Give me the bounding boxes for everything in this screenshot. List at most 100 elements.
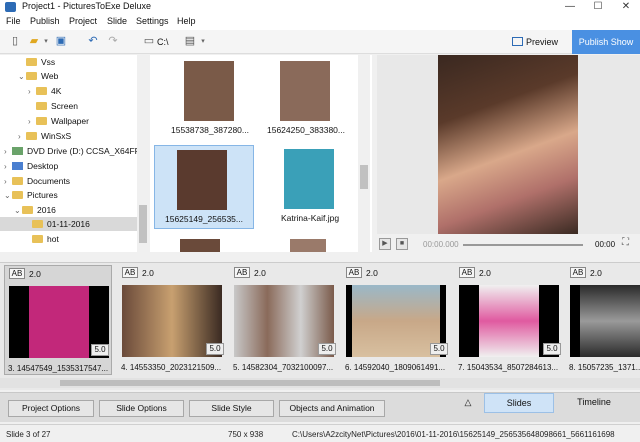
tree-item[interactable]: ⌄ 2016 [14, 203, 56, 217]
tree-item[interactable]: › 4K [28, 84, 61, 98]
maximize-button[interactable]: ☐ [584, 0, 612, 14]
slide-transition-duration: 2.0 [142, 268, 154, 278]
tree-item[interactable]: › WinSxS [18, 129, 71, 143]
menu-project[interactable]: Project [69, 16, 97, 26]
slide-duration-badge: 5.0 [543, 343, 561, 355]
slide-duration-badge: 5.0 [430, 343, 448, 355]
tree-item[interactable]: › DVD Drive (D:) CCSA_X64FR [4, 144, 141, 158]
slide-transition-duration: 2.0 [366, 268, 378, 278]
collapse-up-icon[interactable]: △ [460, 393, 476, 413]
transition-ab-icon[interactable]: AB [346, 267, 362, 278]
dvd-drive-icon [12, 147, 23, 155]
time-start: 00:00.000 [423, 240, 459, 249]
menu-help[interactable]: Help [177, 16, 196, 26]
time-end: 00:00 [595, 240, 616, 249]
preview-button[interactable]: Preview [510, 34, 566, 50]
undo-icon[interactable]: ↶ [86, 35, 100, 48]
menu-bar: File Publish Project Slide Settings Help [0, 14, 640, 30]
play-icon[interactable]: ▶ [379, 238, 391, 250]
stop-icon[interactable]: ■ [396, 238, 408, 250]
slide-style-button[interactable]: Slide Style [189, 400, 274, 417]
folder-icon [22, 206, 33, 214]
transition-ab-icon[interactable]: AB [234, 267, 250, 278]
folder-icon [32, 235, 43, 243]
transition-ab-icon[interactable]: AB [459, 267, 475, 278]
slides-scrollbar[interactable] [0, 378, 640, 388]
tree-item[interactable]: hot [24, 232, 59, 246]
thumbnail-item[interactable]: 15538738_387280... [162, 57, 258, 141]
slide-item[interactable]: AB 2.0 5.0 4. 14553350_2023121509... [118, 265, 226, 375]
project-options-button[interactable]: Project Options [8, 400, 94, 417]
chevron-down-icon[interactable]: ▾ [196, 35, 210, 48]
tree-scrollbar[interactable] [137, 55, 149, 252]
thumbnail-item-selected[interactable]: 15625149_256535... [154, 145, 254, 229]
thumbnail-image [184, 61, 234, 121]
folder-icon [36, 87, 47, 95]
publish-show-button[interactable]: Publish Show [572, 30, 640, 54]
tab-slides[interactable]: Slides [484, 393, 554, 413]
file-thumbnails: 15538738_387280... 15624250_383380... 15… [150, 55, 372, 252]
status-slide-count: Slide 3 of 27 [6, 430, 51, 439]
new-file-icon[interactable]: ▯ [8, 35, 22, 48]
preview-label: Preview [526, 37, 559, 47]
minimize-button[interactable]: — [556, 0, 584, 14]
transition-ab-icon[interactable]: AB [570, 267, 586, 278]
tree-item[interactable]: Vss [18, 55, 55, 69]
menu-file[interactable]: File [6, 16, 21, 26]
tree-item[interactable]: › Documents [4, 174, 70, 188]
chevron-down-icon[interactable]: ▾ [39, 35, 53, 48]
slide-options-button[interactable]: Slide Options [99, 400, 184, 417]
slide-item[interactable]: AB 2.0 5.0 5. 14582304_7032100097... [230, 265, 338, 375]
slide-transition-duration: 2.0 [479, 268, 491, 278]
menu-publish[interactable]: Publish [30, 16, 60, 26]
slide-item[interactable]: AB 2.0 5.0 7. 15043534_8507284613... [455, 265, 563, 375]
transition-ab-icon[interactable]: AB [9, 268, 25, 279]
title-bar: Project1 - PicturesToExe Deluxe — ☐ ✕ [0, 0, 640, 14]
slide-label: 6. 14592040_1809061491... [345, 363, 446, 372]
folder-icon [26, 58, 37, 66]
path-label[interactable]: C:\ [157, 37, 169, 47]
app-icon [5, 2, 16, 12]
status-bar: Slide 3 of 27 750 x 938 C:\Users\A2zcity… [0, 424, 640, 442]
tree-item[interactable]: ⌄ Web [18, 69, 58, 83]
folder-icon [32, 220, 43, 228]
transition-ab-icon[interactable]: AB [122, 267, 138, 278]
objects-and-animation-button[interactable]: Objects and Animation [279, 400, 385, 417]
player-timeline[interactable] [463, 244, 583, 246]
tree-item[interactable]: Screen [28, 99, 78, 113]
tree-item-selected[interactable]: 01-11-2016 [0, 217, 137, 231]
thumbnail-item[interactable]: 15624250_383380... [258, 57, 354, 141]
thumbnail-image[interactable] [180, 239, 220, 252]
tree-item[interactable]: › Wallpaper [28, 114, 89, 128]
close-button[interactable]: ✕ [612, 0, 640, 14]
documents-icon [12, 177, 23, 185]
slide-label: 3. 14547549_1535317547... [8, 364, 109, 373]
menu-settings[interactable]: Settings [136, 16, 169, 26]
thumbnail-image [280, 61, 330, 121]
redo-icon[interactable]: ↷ [106, 35, 120, 48]
thumbnail-item[interactable]: Katrina-Kaif.jpg [262, 145, 358, 229]
tree-item[interactable]: ⌄ Pictures [4, 188, 58, 202]
tab-timeline[interactable]: Timeline [558, 393, 630, 413]
pictures-icon [12, 191, 23, 199]
tree-item[interactable]: › Desktop [4, 159, 58, 173]
slide-item-selected[interactable]: AB 2.0 5.0 3. 14547549_1535317547... [4, 265, 112, 375]
slide-label: 8. 15057235_1371... [569, 363, 640, 372]
window-title: Project1 - PicturesToExe Deluxe [22, 1, 152, 11]
thumbnail-image[interactable] [290, 239, 326, 252]
thumbnails-scrollbar[interactable] [358, 55, 370, 252]
save-icon[interactable]: ▣ [54, 35, 68, 48]
slide-item[interactable]: AB 2.0 5.0 6. 14592040_1809061491... [342, 265, 450, 375]
folder-tree[interactable]: Vss ⌄ Web › 4K Screen › Wallpaper › WinSxS ›… [0, 55, 149, 252]
folder-icon [26, 132, 37, 140]
view-mode-icon[interactable]: ▤ [183, 35, 197, 48]
thumbnail-image [177, 150, 227, 210]
preview-icon [512, 37, 523, 46]
fullscreen-icon[interactable]: ⛶ [622, 237, 629, 248]
slide-label: 4. 14553350_2023121509... [121, 363, 222, 372]
slide-transition-duration: 2.0 [29, 269, 41, 279]
folder-icon [36, 117, 47, 125]
menu-slide[interactable]: Slide [107, 16, 127, 26]
slide-item[interactable]: AB 2.0 8. 15057235_1371... [566, 265, 640, 375]
computer-icon[interactable]: ▭ [142, 35, 156, 48]
